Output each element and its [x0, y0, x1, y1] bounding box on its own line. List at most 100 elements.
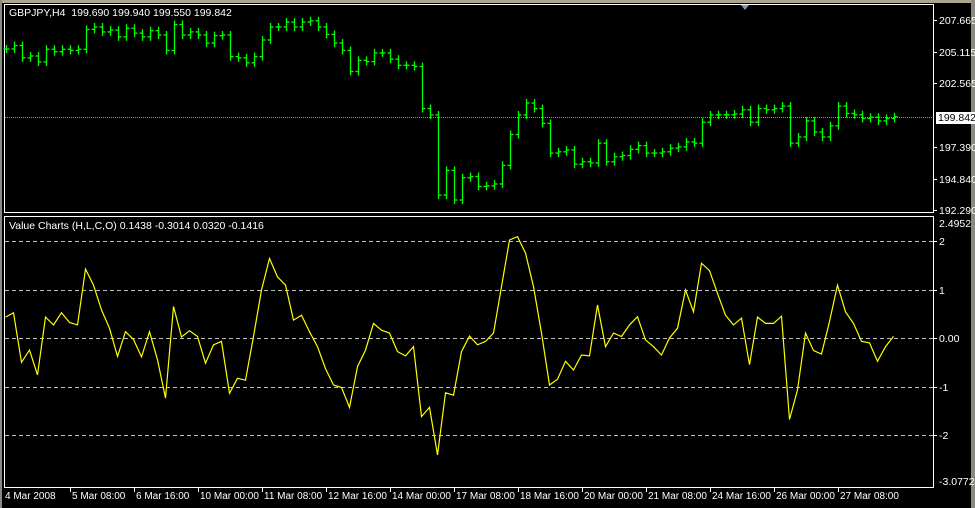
- price-bar: [11, 41, 18, 53]
- price-bar: [283, 18, 290, 31]
- time-axis-label: 20 Mar 00:00: [584, 491, 643, 502]
- indicator-axis-min-label: -3.0772: [939, 476, 975, 488]
- price-bar: [59, 45, 66, 56]
- price-axis-label: 197.390: [939, 141, 975, 154]
- price-bar: [499, 161, 506, 188]
- price-bar: [523, 98, 530, 119]
- price-bar: [627, 145, 634, 160]
- price-bar: [811, 116, 818, 137]
- price-bar: [227, 31, 234, 61]
- price-bar: [595, 139, 602, 167]
- indicator-pane-border: [4, 216, 934, 488]
- price-bar: [203, 31, 210, 48]
- time-axis-label: 26 Mar 00:00: [776, 491, 835, 502]
- price-bar: [643, 141, 650, 158]
- time-axis-label: 11 Mar 08:00: [264, 491, 323, 502]
- price-bar: [91, 22, 98, 34]
- price-bar: [427, 104, 434, 119]
- time-axis-label: 27 Mar 08:00: [840, 491, 899, 502]
- price-bar: [507, 130, 514, 170]
- price-bar: [875, 113, 882, 125]
- ohlc-readout: 199.690 199.940 199.550 199.842: [71, 7, 232, 19]
- time-axis-label: 10 Mar 00:00: [200, 491, 259, 502]
- price-bar: [563, 145, 570, 156]
- price-bar: [267, 22, 274, 44]
- price-bar: [171, 20, 178, 55]
- price-axis-label: 194.840: [939, 173, 975, 186]
- indicator-axis-label: -2: [939, 429, 949, 442]
- price-bar: [443, 166, 450, 200]
- price-bar: [243, 53, 250, 67]
- price-bar: [107, 26, 114, 36]
- price-bar: [651, 149, 658, 158]
- price-bar: [451, 166, 458, 205]
- price-bar: [475, 172, 482, 191]
- price-bar: [259, 35, 266, 61]
- price-bar: [219, 31, 226, 40]
- price-bar: [571, 145, 578, 169]
- price-bar: [779, 102, 786, 113]
- price-bar: [579, 157, 586, 169]
- price-pane-border: [4, 4, 934, 213]
- price-bar: [75, 45, 82, 55]
- price-bar: [739, 105, 746, 118]
- price-bar: [291, 18, 298, 31]
- price-bar: [483, 181, 490, 191]
- price-bar: [179, 20, 186, 40]
- price-bar: [395, 55, 402, 70]
- indicator-axis-label: 1: [939, 284, 945, 297]
- price-bar: [331, 30, 338, 48]
- price-bar: [339, 39, 346, 55]
- price-bar: [603, 139, 610, 166]
- price-bar: [555, 147, 562, 158]
- time-axis-label: 14 Mar 00:00: [392, 491, 451, 502]
- price-bar: [155, 26, 162, 40]
- chart-canvas[interactable]: [0, 0, 975, 508]
- price-bar: [619, 151, 626, 161]
- price-bar: [467, 172, 474, 182]
- price-pane-title: GBPJPY,H4 199.690 199.940 199.550 199.84…: [9, 7, 232, 19]
- price-bar: [771, 104, 778, 114]
- symbol-timeframe: GBPJPY,H4: [9, 7, 66, 19]
- price-bar: [859, 110, 866, 123]
- price-bar: [547, 119, 554, 158]
- price-bar: [691, 137, 698, 148]
- price-bar: [667, 144, 674, 156]
- price-bar: [867, 113, 874, 123]
- price-bar: [795, 132, 802, 148]
- price-bar: [139, 29, 146, 41]
- price-bar: [675, 142, 682, 153]
- price-bar: [755, 104, 762, 127]
- indicator-pane-title: Value Charts (H,L,C,O) 0.1438 -0.3014 0.…: [9, 220, 264, 232]
- price-axis-label: 192.290: [939, 204, 975, 217]
- time-axis-label: 21 Mar 08:00: [648, 491, 707, 502]
- price-bar: [803, 116, 810, 141]
- price-bar: [531, 98, 538, 113]
- price-bar: [131, 24, 138, 38]
- price-bar: [611, 152, 618, 166]
- indicator-name: Value Charts (H,L,C,O): [9, 220, 117, 232]
- indicator-axis-label: 0.00: [939, 332, 960, 345]
- chart-shift-marker-icon[interactable]: [741, 5, 749, 10]
- price-bar: [363, 56, 370, 66]
- indicator-readout: 0.1438 -0.3014 0.0320 -0.1416: [119, 220, 264, 232]
- price-bar: [67, 45, 74, 55]
- price-bar: [195, 27, 202, 40]
- price-bar: [403, 61, 410, 70]
- time-axis-label: 12 Mar 16:00: [328, 491, 387, 502]
- price-bar: [835, 102, 842, 130]
- time-axis-label: 24 Mar 16:00: [712, 491, 771, 502]
- price-bar: [35, 52, 42, 66]
- price-bar: [787, 102, 794, 148]
- price-bar: [723, 110, 730, 119]
- price-bar: [163, 31, 170, 55]
- price-bar: [27, 52, 34, 62]
- price-bar: [323, 22, 330, 39]
- price-bar: [683, 137, 690, 151]
- price-bar: [307, 16, 314, 27]
- price-bar: [491, 179, 498, 190]
- price-bar: [827, 121, 834, 141]
- price-bar: [83, 25, 90, 54]
- price-bar: [843, 102, 850, 118]
- price-bar: [355, 56, 362, 76]
